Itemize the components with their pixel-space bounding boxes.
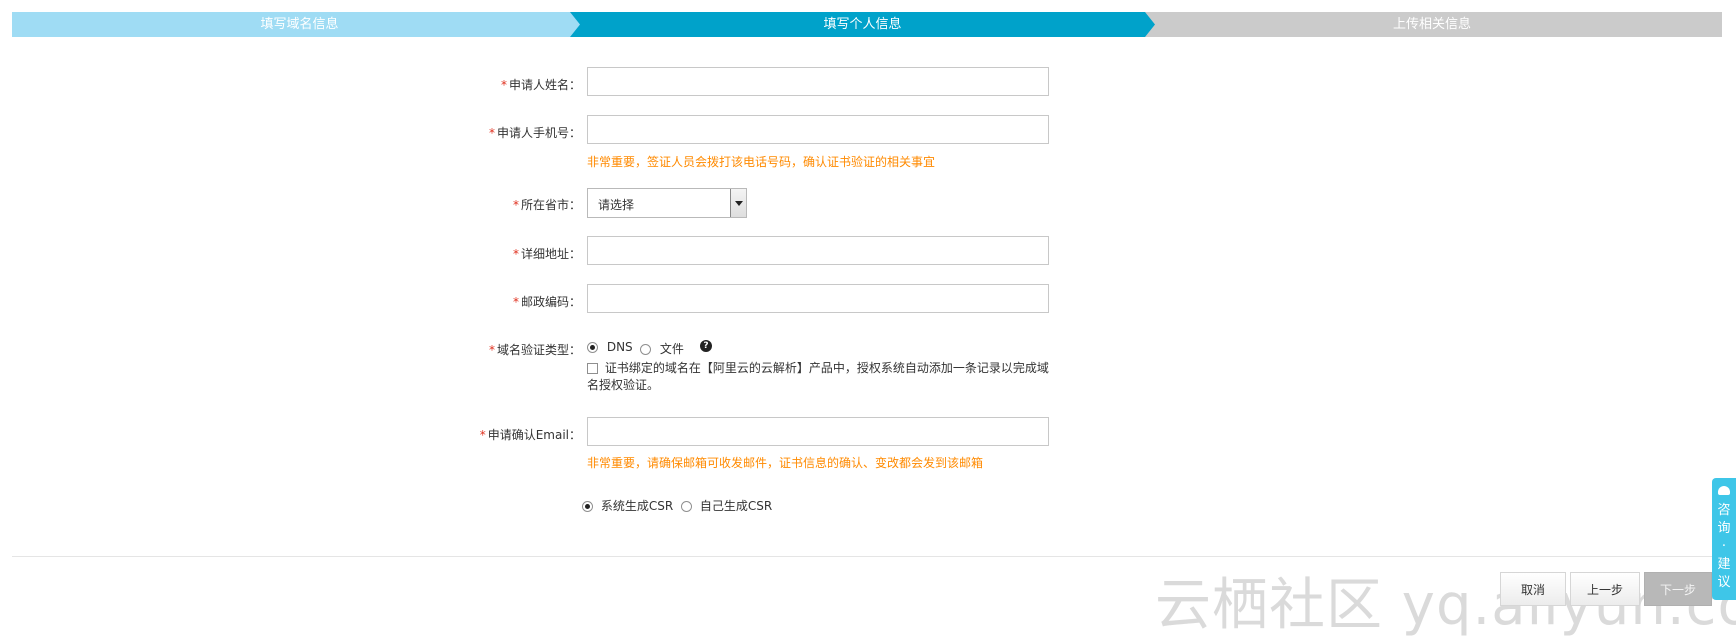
address-label-text: 详细地址： bbox=[520, 247, 581, 261]
feedback-side-tab[interactable]: 咨 询 · 建 议 bbox=[1712, 478, 1736, 600]
csr-self-radio[interactable] bbox=[681, 501, 692, 512]
csr-self-option[interactable]: 自己生成CSR bbox=[681, 497, 772, 514]
applicant-phone-label-text: 申请人手机号： bbox=[496, 126, 581, 140]
required-mark: * bbox=[488, 343, 495, 357]
province-select[interactable]: 请选择 bbox=[587, 188, 747, 218]
help-icon[interactable]: ? bbox=[700, 340, 712, 352]
email-input[interactable] bbox=[587, 417, 1049, 446]
email-label: * 申请确认Email： bbox=[480, 426, 581, 443]
province-selected-value: 请选择 bbox=[598, 198, 635, 212]
required-mark: * bbox=[512, 247, 519, 261]
next-button[interactable]: 下一步 bbox=[1644, 572, 1712, 606]
province-label-text: 所在省市： bbox=[520, 198, 581, 212]
step-upload-info: 上传相关信息 bbox=[1142, 12, 1722, 37]
step-fill-personal-info: 填写个人信息 bbox=[570, 12, 1155, 37]
auth-checkbox[interactable] bbox=[587, 363, 598, 374]
auth-note: 证书绑定的域名在【阿里云的云解析】产品中，授权系统自动添加一条记录以完成域名授权… bbox=[587, 360, 1057, 394]
step-fill-domain-info: 填写域名信息 bbox=[12, 12, 587, 37]
csr-self-label: 自己生成CSR bbox=[699, 499, 773, 513]
verify-dns-radio[interactable] bbox=[587, 342, 598, 353]
required-mark: * bbox=[488, 126, 495, 140]
applicant-phone-label: * 申请人手机号： bbox=[489, 124, 581, 141]
required-mark: * bbox=[479, 428, 486, 442]
footer-divider bbox=[12, 556, 1722, 557]
required-mark: * bbox=[512, 198, 519, 212]
email-label-text: 申请确认Email： bbox=[487, 428, 581, 442]
prev-button[interactable]: 上一步 bbox=[1570, 572, 1640, 606]
postcode-label: * 邮政编码： bbox=[513, 293, 581, 310]
phone-hint: 非常重要，签证人员会拨打该电话号码，确认证书验证的相关事宜 bbox=[587, 155, 936, 169]
verify-file-radio[interactable] bbox=[640, 344, 651, 355]
verify-dns-option[interactable]: DNS bbox=[587, 340, 633, 354]
step-progress-bar: 填写域名信息 上传相关信息 填写个人信息 bbox=[12, 12, 1722, 37]
chat-icon bbox=[1718, 486, 1730, 495]
applicant-name-label-text: 申请人姓名： bbox=[508, 78, 581, 92]
address-input[interactable] bbox=[587, 236, 1049, 265]
applicant-name-label: * 申请人姓名： bbox=[501, 76, 581, 93]
verify-file-option[interactable]: 文件 bbox=[640, 340, 684, 357]
address-label: * 详细地址： bbox=[513, 245, 581, 262]
applicant-name-input[interactable] bbox=[587, 67, 1049, 96]
verify-dns-label: DNS bbox=[606, 340, 633, 354]
required-mark: * bbox=[512, 295, 519, 309]
verify-file-label: 文件 bbox=[659, 342, 684, 356]
email-hint: 非常重要，请确保邮箱可收发邮件，证书信息的确认、变改都会发到该邮箱 bbox=[587, 456, 984, 470]
feedback-side-tab-text: 咨 询 · 建 议 bbox=[1717, 503, 1731, 590]
cancel-button[interactable]: 取消 bbox=[1500, 572, 1566, 606]
csr-system-radio[interactable] bbox=[582, 501, 593, 512]
csr-system-label: 系统生成CSR bbox=[600, 499, 674, 513]
postcode-label-text: 邮政编码： bbox=[520, 295, 581, 309]
postcode-input[interactable] bbox=[587, 284, 1049, 313]
verify-type-label-text: 域名验证类型： bbox=[496, 343, 581, 357]
verify-type-label: * 域名验证类型： bbox=[489, 341, 581, 358]
applicant-phone-input[interactable] bbox=[587, 115, 1049, 144]
chevron-down-icon[interactable] bbox=[730, 189, 746, 217]
csr-system-option[interactable]: 系统生成CSR bbox=[582, 497, 673, 514]
province-label: * 所在省市： bbox=[513, 196, 581, 213]
required-mark: * bbox=[500, 78, 507, 92]
auth-note-text: 证书绑定的域名在【阿里云的云解析】产品中，授权系统自动添加一条记录以完成域名授权… bbox=[587, 361, 1049, 392]
